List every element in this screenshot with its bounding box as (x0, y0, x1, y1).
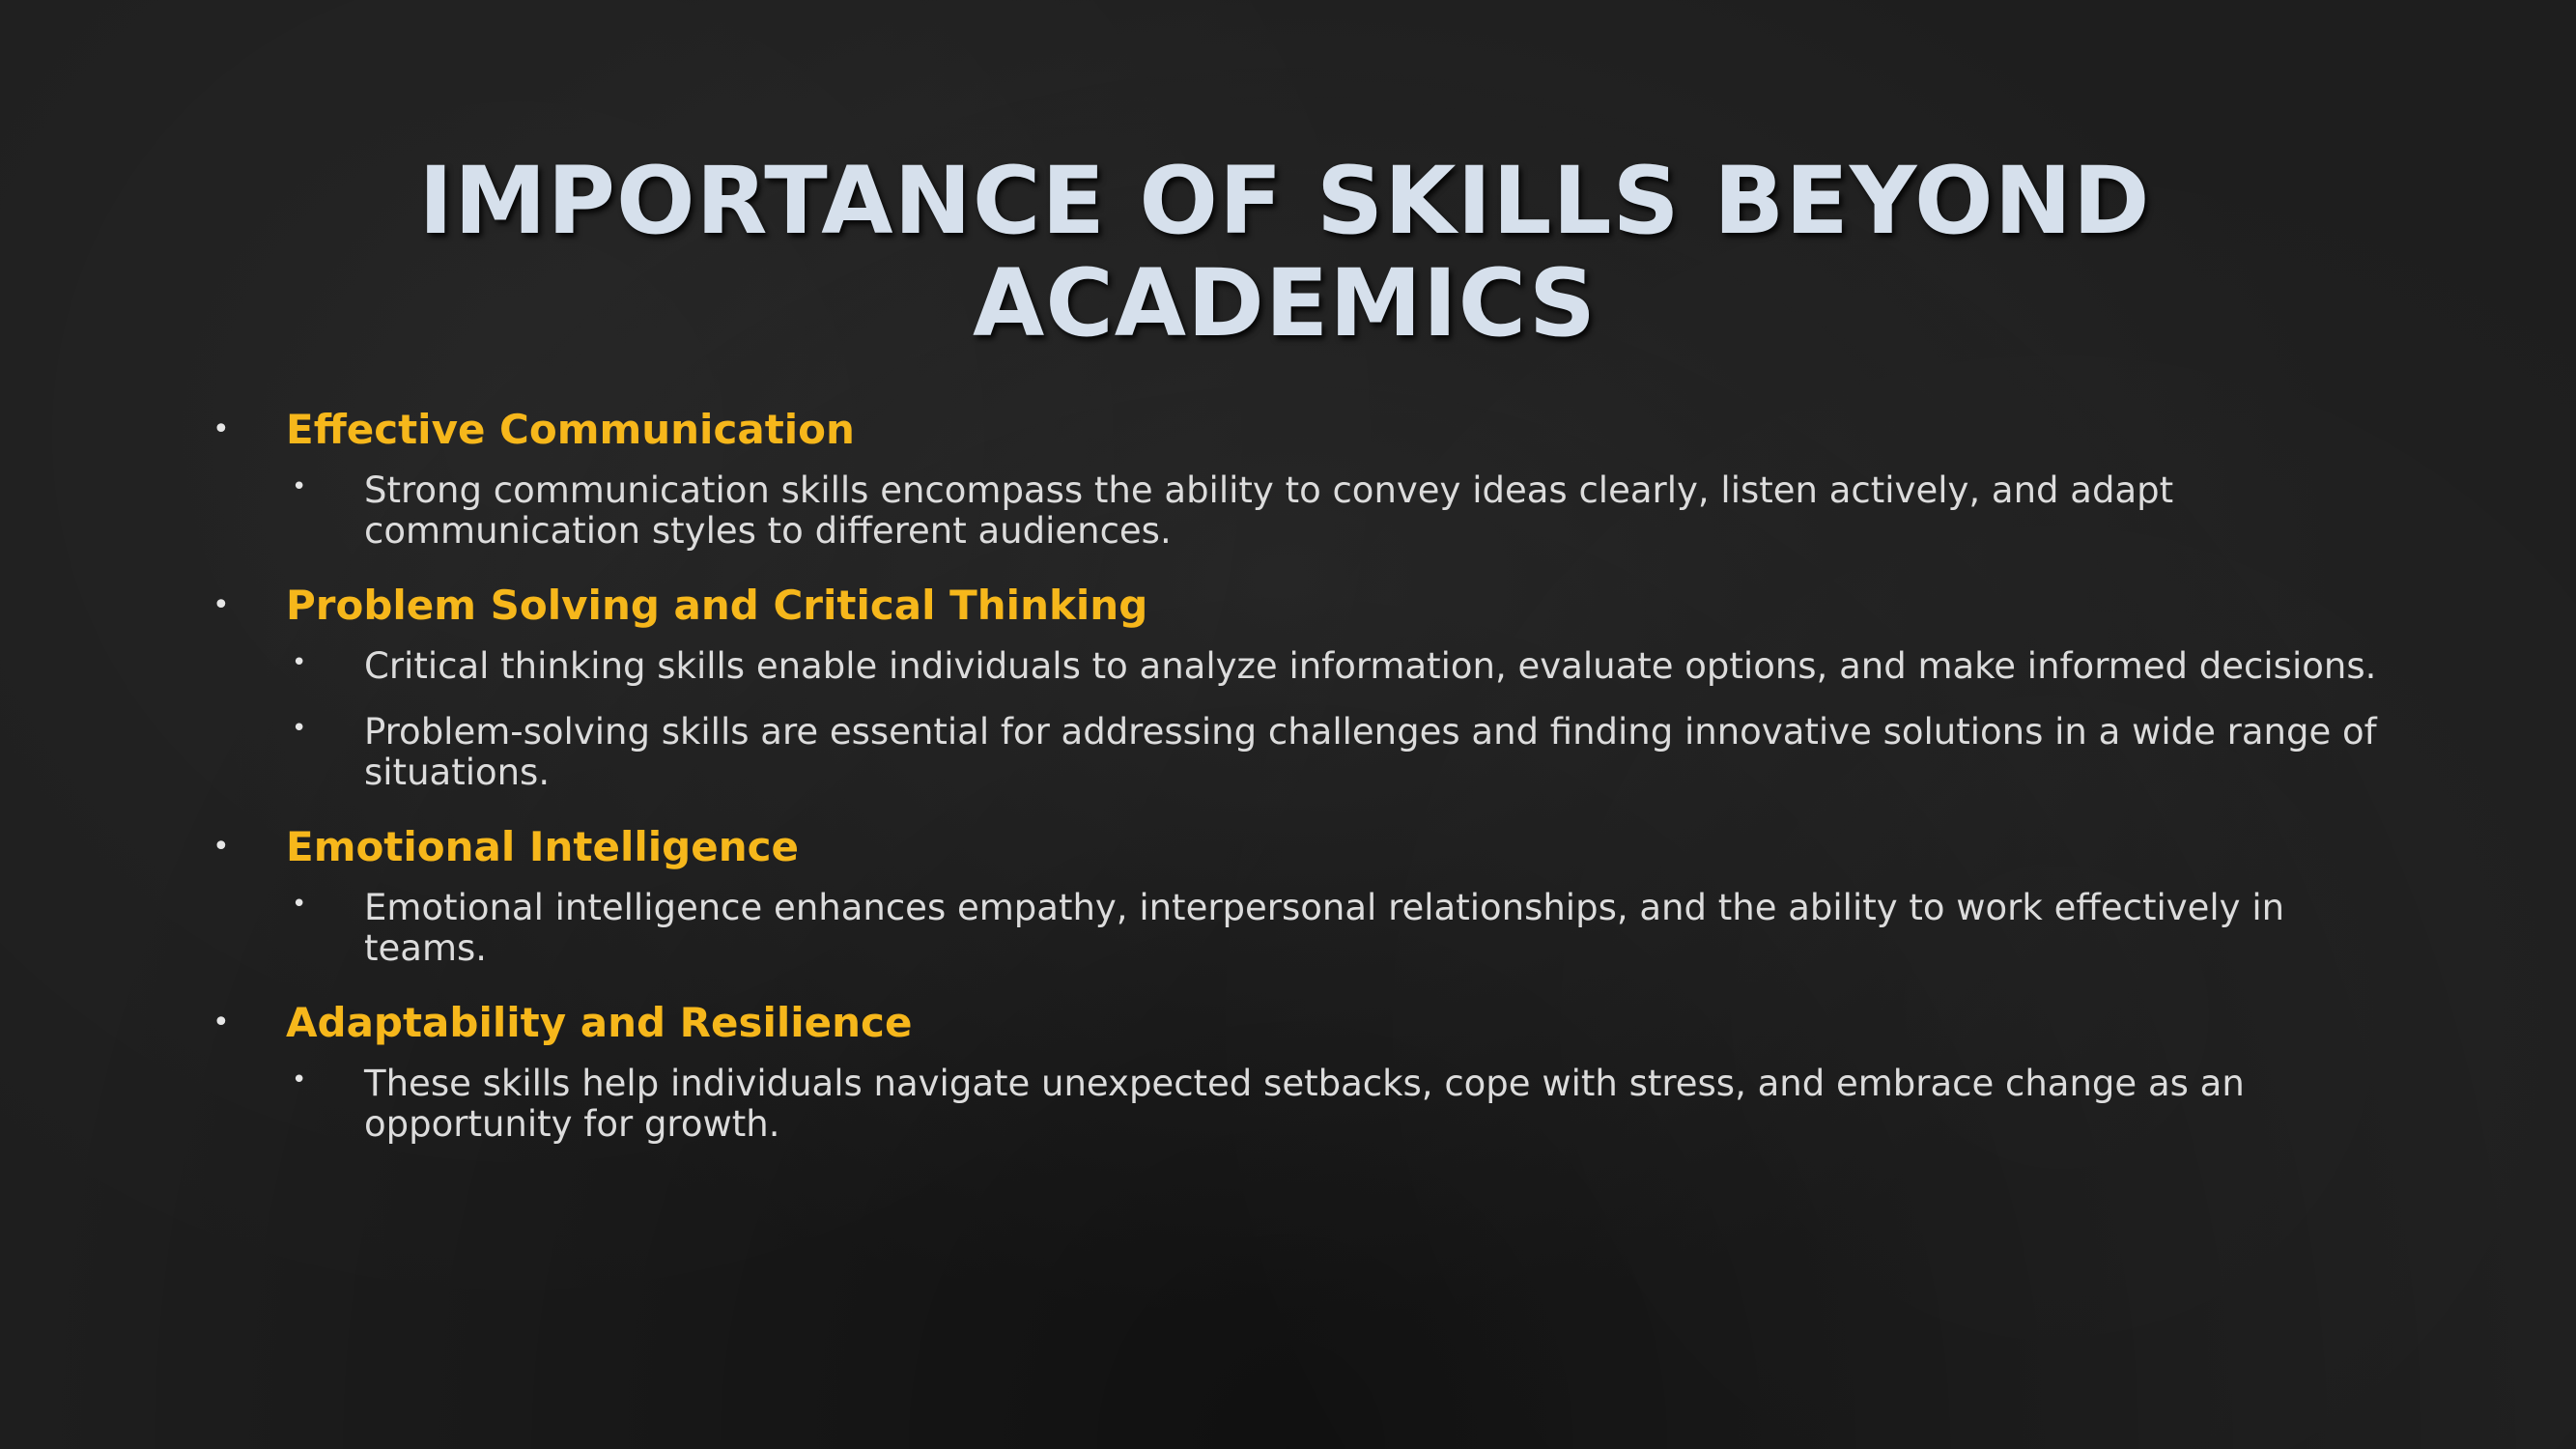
sub-bullet-text: Problem-solving skills are essential for… (364, 711, 2377, 793)
sub-bullet: • Strong communication skills encompass … (292, 470, 2386, 552)
bullet-icon: • (212, 830, 230, 864)
sub-bullet: • These skills help individuals navigate… (292, 1064, 2386, 1145)
bullet-icon: • (212, 588, 230, 622)
bullet-icon: • (292, 890, 307, 919)
section-heading-label: Problem Solving and Critical Thinking (286, 582, 1148, 629)
bullet-icon: • (212, 1006, 230, 1039)
slide: IMPORTANCE OF SKILLS BEYOND ACADEMICS • … (0, 0, 2576, 1449)
bullet-icon: • (292, 472, 307, 501)
sub-bullet: • Problem-solving skills are essential f… (292, 712, 2386, 793)
bullet-icon: • (212, 412, 230, 446)
bullet-list: • Effective Communication • Strong commu… (212, 401, 2386, 1166)
sub-bullet: • Critical thinking skills enable indivi… (292, 646, 2386, 687)
section-heading-label: Effective Communication (286, 406, 855, 453)
bullet-icon: • (292, 714, 307, 743)
sub-bullet-text: Emotional intelligence enhances empathy,… (364, 887, 2285, 969)
sub-bullet-text: These skills help individuals navigate u… (364, 1063, 2245, 1145)
section-heading-communication: • Effective Communication (212, 401, 2386, 459)
bullet-icon: • (292, 1065, 307, 1094)
bullet-icon: • (292, 648, 307, 677)
section-heading-emotional-intelligence: • Emotional Intelligence (212, 818, 2386, 876)
sub-bullet: • Emotional intelligence enhances empath… (292, 888, 2386, 969)
section-heading-adaptability: • Adaptability and Resilience (212, 994, 2386, 1052)
slide-title: IMPORTANCE OF SKILLS BEYOND ACADEMICS (418, 147, 2151, 357)
section-heading-problem-solving: • Problem Solving and Critical Thinking (212, 577, 2386, 635)
sub-bullet-text: Strong communication skills encompass th… (364, 469, 2174, 552)
section-heading-label: Adaptability and Resilience (286, 999, 913, 1046)
sub-bullet-text: Critical thinking skills enable individu… (364, 645, 2377, 687)
section-heading-label: Emotional Intelligence (286, 823, 800, 870)
